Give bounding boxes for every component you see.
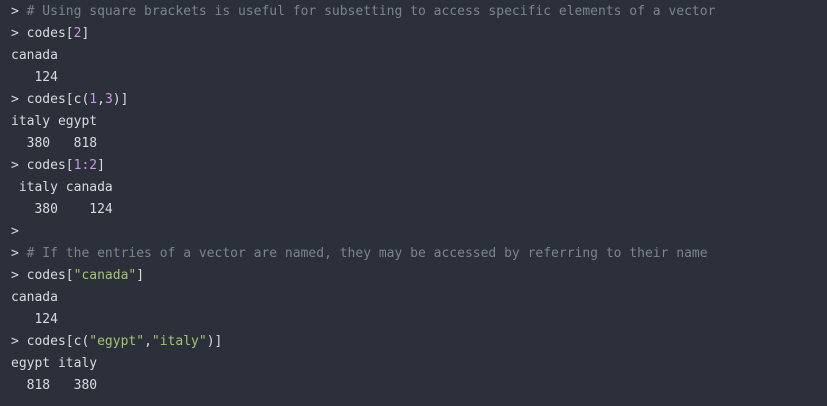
console-prompt: >	[11, 92, 19, 107]
console-comment-line: > # If the entries of a vector are named…	[11, 243, 827, 265]
console-prompt: >	[11, 268, 19, 283]
console-prompt: >	[11, 334, 19, 349]
console-input-line: > codes[c(1,3)]	[11, 89, 827, 111]
code-token: codes[c(	[26, 334, 90, 349]
console-prompt: >	[11, 224, 19, 239]
console-input-line: > codes[1:2]	[11, 155, 827, 177]
console-output-line: 380 124	[11, 202, 113, 217]
console-output-line: canada	[11, 48, 58, 63]
console-output-line: italy canada	[11, 180, 113, 195]
console-comment-line: > # Using square brackets is useful for …	[11, 1, 827, 23]
console-output-line: egypt italy	[11, 356, 98, 371]
console-output-line: 380 818	[11, 136, 98, 151]
code-token: codes[	[26, 158, 74, 173]
console-output-line: 124	[11, 312, 58, 327]
code-comment: # Using square brackets is useful for su…	[26, 4, 716, 19]
code-token: "italy"	[151, 334, 207, 349]
console-input-line: > codes[c("egypt","italy")]	[11, 331, 827, 353]
console-output-line: 124	[11, 70, 58, 85]
code-token: )]	[206, 334, 223, 349]
console-input-line: >	[11, 221, 827, 243]
code-token: 1:2	[73, 158, 98, 173]
code-token: codes[	[26, 26, 74, 41]
code-token: "egypt"	[89, 334, 145, 349]
code-token: )]	[112, 92, 129, 107]
console-prompt: >	[11, 246, 19, 261]
console-input-line: > codes[2]	[11, 23, 827, 45]
code-token: ]	[81, 26, 90, 41]
code-token: 1	[89, 92, 98, 107]
console-prompt: >	[11, 4, 19, 19]
code-comment: # If the entries of a vector are named, …	[26, 246, 708, 261]
console-prompt: >	[11, 158, 19, 173]
console-prompt: >	[11, 26, 19, 41]
code-token: "canada"	[73, 268, 137, 283]
code-token: ]	[136, 268, 145, 283]
console-output-line: 818 380	[11, 378, 98, 393]
code-token: ]	[97, 158, 105, 173]
code-token: codes[c(	[26, 92, 90, 107]
console-output-line: canada	[11, 290, 58, 305]
code-token: codes[	[26, 268, 74, 283]
console-output-line: italy egypt	[11, 114, 98, 129]
code-token: ,	[97, 92, 105, 107]
code-token: 3	[104, 92, 113, 107]
console-input-line: > codes["canada"]	[11, 265, 827, 287]
r-console[interactable]: > # Using square brackets is useful for …	[0, 0, 827, 406]
code-token: ,	[144, 334, 152, 349]
